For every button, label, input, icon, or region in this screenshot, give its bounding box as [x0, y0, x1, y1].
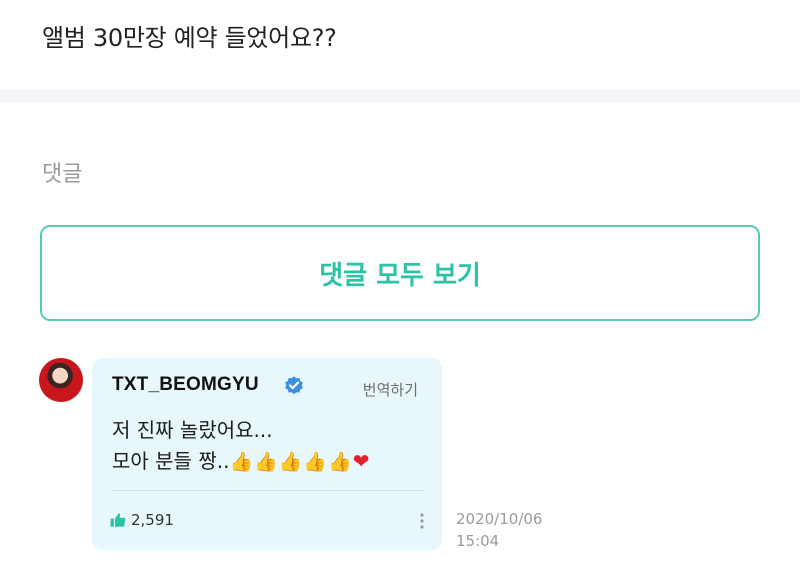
comment-line-1: 저 진짜 놀랐어요... [112, 418, 273, 442]
section-divider [0, 90, 800, 102]
comment-bubble: TXT_BEOMGYU 번역하기 저 진짜 놀랐어요... 모아 분들 짱..👍… [92, 358, 442, 550]
comment-date: 2020/10/06 [456, 510, 543, 528]
comment-author[interactable]: TXT_BEOMGYU [112, 374, 259, 396]
comment-text: 저 진짜 놀랐어요... 모아 분들 짱..👍👍👍👍👍❤ [112, 415, 370, 478]
bubble-divider [112, 490, 424, 491]
heart-emoji: ❤ [352, 449, 370, 473]
thumbs-up-icon [110, 513, 126, 527]
comments-heading: 댓글 [42, 162, 83, 187]
comment-line-2: 모아 분들 짱..👍👍👍👍👍❤ [112, 446, 370, 478]
comment-time: 15:04 [456, 532, 500, 550]
comment-line-2-text: 모아 분들 짱.. [112, 449, 230, 473]
like-count: 2,591 [131, 511, 174, 529]
comment-timestamp: 2020/10/06 15:04 [456, 508, 542, 552]
like-button[interactable]: 2,591 [109, 511, 174, 529]
post-text: 앨범 30만장 예약 들었어요?? [42, 24, 337, 52]
verified-check-icon [285, 376, 303, 395]
translate-button[interactable]: 번역하기 [363, 379, 418, 400]
thumbs-up-emoji: 👍👍👍👍👍 [229, 451, 353, 473]
more-vertical-icon[interactable] [418, 511, 426, 531]
avatar[interactable] [39, 358, 83, 402]
view-all-comments-button[interactable]: 댓글 모두 보기 [40, 225, 760, 321]
